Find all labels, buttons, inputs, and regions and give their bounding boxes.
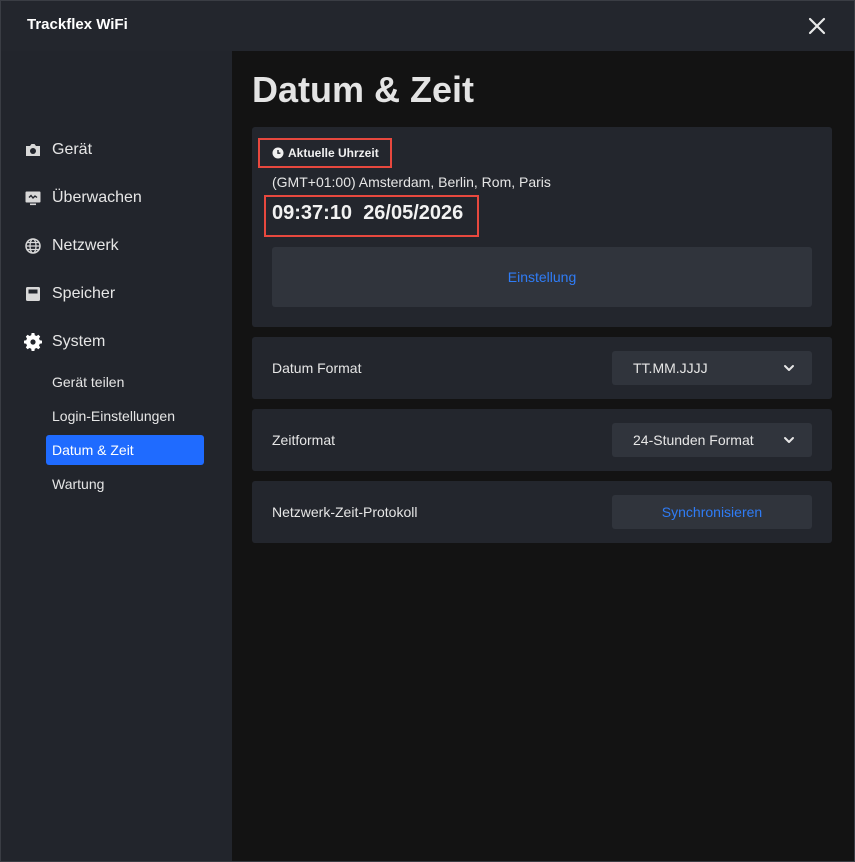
- sidebar-item-label: Netzwerk: [52, 237, 119, 254]
- sidebar: Gerät Überwachen Netzwerk Speicher Syste…: [1, 51, 232, 861]
- app-title: Trackflex WiFi: [27, 16, 128, 33]
- sidebar-item-label: Überwachen: [52, 189, 142, 206]
- time-format-select[interactable]: 24-Stunden Format: [612, 423, 812, 457]
- current-time-card: Aktuelle Uhrzeit (GMT+01:00) Amsterdam, …: [252, 127, 832, 327]
- clock-icon: [272, 147, 284, 159]
- sidebar-subitem-login-einstellungen[interactable]: Login-Einstellungen: [46, 401, 204, 431]
- page-title: Datum & Zeit: [252, 69, 475, 110]
- ntp-row: Netzwerk-Zeit-Protokoll Synchronisieren: [252, 481, 832, 543]
- date-format-value: TT.MM.JJJJ: [633, 360, 708, 376]
- current-datetime: 09:37:10 26/05/2026: [272, 202, 463, 225]
- close-icon: [808, 17, 826, 35]
- monitor-icon: [24, 189, 42, 207]
- camera-icon: [24, 141, 42, 159]
- time-format-value: 24-Stunden Format: [633, 432, 754, 448]
- current-time-badge: Aktuelle Uhrzeit: [258, 138, 392, 168]
- timezone-text: (GMT+01:00) Amsterdam, Berlin, Rom, Pari…: [272, 174, 551, 190]
- sidebar-subitem-datum-zeit[interactable]: Datum & Zeit: [46, 435, 204, 465]
- current-time: 09:37:10: [272, 202, 353, 224]
- sidebar-item-label: Gerät: [52, 141, 93, 158]
- current-date: 26/05/2026: [363, 202, 464, 224]
- app-window: Trackflex WiFi Gerät Überwachen Netzwerk…: [0, 0, 855, 862]
- time-settings-button[interactable]: Einstellung: [272, 247, 812, 307]
- sidebar-item-label: System: [52, 333, 106, 350]
- time-format-label: Zeitformat: [272, 432, 336, 448]
- chevron-down-icon: [783, 362, 795, 374]
- gear-icon: [24, 333, 42, 351]
- current-time-badge-label: Aktuelle Uhrzeit: [288, 146, 379, 160]
- sidebar-subitem-geraet-teilen[interactable]: Gerät teilen: [46, 367, 204, 397]
- time-format-row: Zeitformat 24-Stunden Format: [252, 409, 832, 471]
- sidebar-item-speicher[interactable]: Speicher: [24, 282, 115, 306]
- storage-icon: [24, 285, 42, 303]
- sidebar-subitem-wartung[interactable]: Wartung: [46, 469, 204, 499]
- chevron-down-icon: [783, 434, 795, 446]
- date-format-label: Datum Format: [272, 360, 362, 376]
- synchronize-button[interactable]: Synchronisieren: [612, 495, 812, 529]
- sidebar-item-ueberwachen[interactable]: Überwachen: [24, 186, 142, 210]
- sidebar-item-geraet[interactable]: Gerät: [24, 138, 92, 162]
- title-bar: Trackflex WiFi: [1, 1, 854, 51]
- sidebar-item-system[interactable]: System: [24, 330, 105, 354]
- date-format-select[interactable]: TT.MM.JJJJ: [612, 351, 812, 385]
- ntp-label: Netzwerk-Zeit-Protokoll: [272, 504, 418, 520]
- date-format-row: Datum Format TT.MM.JJJJ: [252, 337, 832, 399]
- close-button[interactable]: [804, 13, 830, 39]
- globe-icon: [24, 237, 42, 255]
- sidebar-item-label: Speicher: [52, 285, 116, 302]
- main-content: Datum & Zeit Aktuelle Uhrzeit (GMT+01:00…: [232, 51, 854, 861]
- sidebar-item-netzwerk[interactable]: Netzwerk: [24, 234, 119, 258]
